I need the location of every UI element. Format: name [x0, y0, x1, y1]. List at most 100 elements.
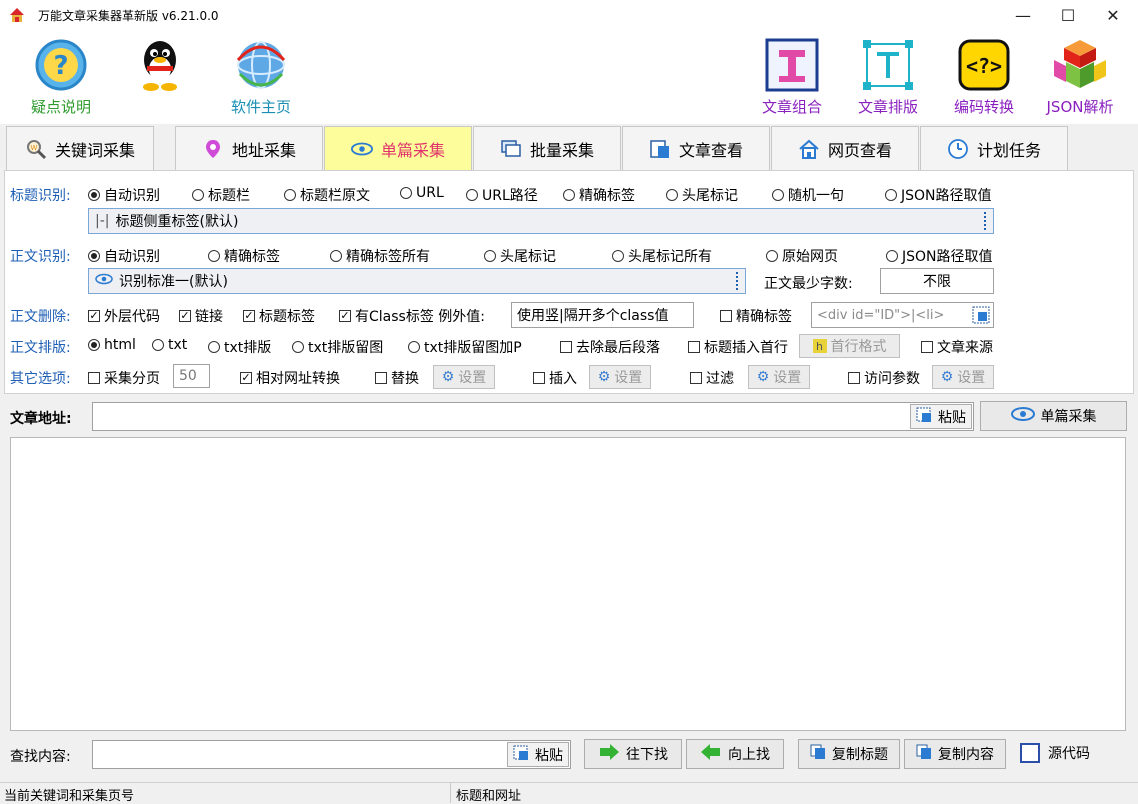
body-radio-raw-page[interactable]: 原始网页 [766, 246, 838, 266]
option-label: JSON路径取值 [902, 249, 993, 265]
tab-web-view[interactable]: 网页查看 [771, 126, 919, 170]
title-radio-url[interactable]: URL [400, 185, 444, 201]
min-chars-input[interactable]: 不限 [880, 268, 994, 294]
replace-settings-button[interactable]: ⚙ 设置 [433, 365, 495, 389]
format-radio-txt-layout[interactable]: txt排版 [208, 337, 271, 357]
copy-title-button[interactable]: 复制标题 [798, 739, 900, 769]
close-button[interactable]: ✕ [1090, 0, 1136, 30]
select-value: 标题侧重标签(默认) [115, 214, 239, 230]
option-label: 访问参数 [864, 371, 920, 387]
tab-scheduled-task[interactable]: 计划任务 [920, 126, 1068, 170]
filter-check[interactable]: 过滤 [690, 368, 734, 388]
question-icon: ? [35, 39, 87, 91]
title-radio-head-tail[interactable]: 头尾标记 [666, 185, 738, 205]
class-exception-input[interactable]: 使用竖|隔开多个class值 [511, 302, 694, 328]
encoding-convert-button[interactable]: <?> 编码转换 [948, 38, 1020, 117]
filter-settings-button[interactable]: ⚙ 设置 [748, 365, 810, 389]
delete-check-class-tag[interactable]: ✓ 有Class标签 例外值: [339, 306, 485, 326]
option-label: 精确标签所有 [346, 249, 430, 265]
find-next-button[interactable]: 往下找 [584, 739, 682, 769]
maximize-button[interactable]: ☐ [1045, 0, 1091, 30]
single-collect-button[interactable]: 单篇采集 [980, 401, 1127, 431]
help-button[interactable]: ? 疑点说明 [22, 38, 100, 117]
tab-single-collect[interactable]: 单篇采集 [324, 126, 472, 170]
insert-settings-button[interactable]: ⚙ 设置 [589, 365, 651, 389]
checkbox-icon [720, 310, 732, 322]
visit-params-check[interactable]: 访问参数 [848, 368, 920, 388]
button-label: 设置 [957, 370, 986, 386]
button-label: 复制标题 [832, 747, 888, 763]
button-label: 设置 [614, 370, 643, 386]
edit-icon[interactable] [972, 306, 990, 328]
gear-icon: ⚙ [597, 369, 611, 385]
body-radio-head-tail-all[interactable]: 头尾标记所有 [612, 246, 712, 266]
top-toolbar: ? 疑点说明 软件主页 文章组合 文章排版 <?> 编码转换 JSON解析 [0, 30, 1138, 124]
tab-label: 关键词采集 [54, 140, 135, 160]
format-radio-txt-layout-img-p[interactable]: txt排版留图加P [408, 337, 522, 357]
help-label: 疑点说明 [30, 98, 91, 116]
option-label: 头尾标记 [682, 188, 738, 204]
visit-params-settings-button[interactable]: ⚙ 设置 [932, 365, 994, 389]
title-radio-random[interactable]: 随机一句 [772, 185, 844, 205]
body-radio-head-tail[interactable]: 头尾标记 [484, 246, 556, 266]
body-radio-auto[interactable]: 自动识别 [88, 246, 160, 266]
qq-button[interactable] [132, 36, 188, 94]
title-radio-titlebar-raw[interactable]: 标题栏原文 [284, 185, 370, 205]
title-radio-json[interactable]: JSON路径取值 [885, 185, 992, 205]
url-paste-button[interactable]: 粘贴 [910, 404, 972, 429]
format-radio-html[interactable]: html [88, 337, 136, 353]
radio-icon [612, 250, 624, 262]
radio-icon [766, 250, 778, 262]
json-parse-button[interactable]: JSON解析 [1040, 38, 1120, 117]
body-format-label: 正文排版: [10, 340, 71, 356]
collect-paging-check[interactable]: 采集分页 [88, 368, 160, 388]
option-label: 随机一句 [788, 188, 844, 204]
insert-check[interactable]: 插入 [533, 368, 577, 388]
article-url-input[interactable] [92, 402, 974, 431]
status-divider [450, 783, 451, 803]
homepage-button[interactable]: 软件主页 [222, 38, 300, 117]
title-radio-auto[interactable]: 自动识别 [88, 185, 160, 205]
radio-icon [400, 187, 412, 199]
json-parse-label: JSON解析 [1046, 98, 1114, 116]
title-mode-select[interactable]: |-| 标题侧重标签(默认) [88, 208, 994, 234]
article-source-check[interactable]: 文章来源 [921, 337, 993, 357]
tab-url-collect[interactable]: 地址采集 [175, 126, 323, 170]
find-input[interactable] [92, 740, 571, 769]
exact-tag-input[interactable]: <div id="ID">|<li> [811, 302, 994, 328]
find-prev-button[interactable]: 向上找 [686, 739, 784, 769]
title-radio-url-path[interactable]: URL路径 [466, 185, 538, 205]
delete-check-title-tag[interactable]: ✓ 标题标签 [243, 306, 315, 326]
gear-icon: ⚙ [756, 369, 770, 385]
delete-check-links[interactable]: ✓ 链接 [179, 306, 223, 326]
paging-count-input[interactable]: 50 [173, 364, 210, 388]
tab-batch-collect[interactable]: 批量采集 [473, 126, 621, 170]
delete-check-exact-tag[interactable]: 精确标签 [720, 306, 792, 326]
relative-url-check[interactable]: ✓ 相对网址转换 [240, 368, 340, 388]
title-radio-exact-tag[interactable]: 精确标签 [563, 185, 635, 205]
body-radio-json[interactable]: JSON路径取值 [886, 246, 993, 266]
svg-text:W: W [31, 144, 38, 152]
find-paste-button[interactable]: 粘贴 [507, 742, 569, 767]
body-mode-select[interactable]: 识别标准一(默认) [88, 268, 746, 294]
title-radio-titlebar[interactable]: 标题栏 [192, 185, 250, 205]
article-combine-button[interactable]: 文章组合 [756, 38, 828, 117]
article-content-area[interactable] [10, 437, 1126, 731]
remove-last-paragraph-check[interactable]: 去除最后段落 [560, 337, 660, 357]
article-format-button[interactable]: 文章排版 [852, 38, 924, 117]
format-radio-txt-layout-img[interactable]: txt排版留图 [292, 337, 383, 357]
first-line-format-button[interactable]: h 首行格式 [799, 334, 900, 358]
insert-title-first-line-check[interactable]: 标题插入首行 [688, 337, 788, 357]
minimize-button[interactable]: — [1000, 0, 1046, 30]
copy-content-button[interactable]: 复制内容 [904, 739, 1006, 769]
checkbox-checked-icon: ✓ [88, 309, 100, 322]
delete-check-outer-code[interactable]: ✓ 外层代码 [88, 306, 160, 326]
tab-article-view[interactable]: 文章查看 [622, 126, 770, 170]
body-radio-exact-tag[interactable]: 精确标签 [208, 246, 280, 266]
option-label: JSON路径取值 [901, 188, 992, 204]
replace-check[interactable]: 替换 [375, 368, 419, 388]
source-code-check[interactable]: 源代码 [1020, 743, 1090, 763]
format-radio-txt[interactable]: txt [152, 337, 187, 353]
body-radio-exact-tag-all[interactable]: 精确标签所有 [330, 246, 430, 266]
tab-keyword-collect[interactable]: W 关键词采集 [6, 126, 154, 170]
